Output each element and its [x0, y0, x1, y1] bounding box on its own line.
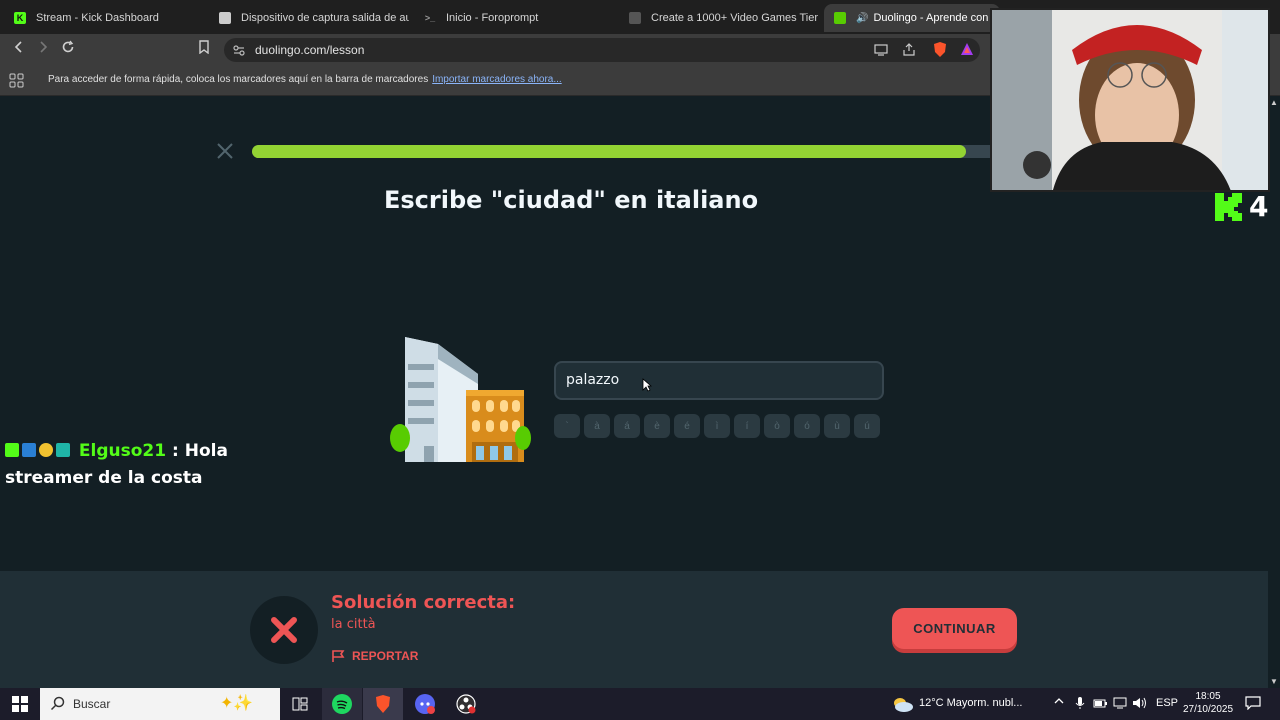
- taskbar-search[interactable]: Buscar ✦✨: [40, 688, 280, 720]
- weather-text[interactable]: 12°C Mayorm. nubl...: [919, 697, 1022, 709]
- correct-solution: la città: [331, 617, 376, 632]
- volume-icon[interactable]: [1132, 696, 1148, 713]
- share-icon[interactable]: [902, 43, 916, 62]
- accent-keys: ` à á è é ì í ò ó ù ú: [554, 414, 880, 438]
- back-icon[interactable]: [8, 40, 30, 60]
- terminal-icon: >_: [424, 13, 436, 23]
- obs-icon: [219, 12, 231, 24]
- kick-icon: K: [14, 12, 26, 24]
- gift-badge-icon: [56, 443, 70, 457]
- answer-value: palazzo: [566, 372, 620, 388]
- progress-bar: [252, 145, 1012, 158]
- microphone-icon[interactable]: [1075, 696, 1085, 713]
- report-label: REPORTAR: [352, 649, 419, 663]
- taskbar: Buscar ✦✨ 12°C Mayorm. nubl... ESP 18:05…: [0, 688, 1280, 720]
- bookmarks-hint-text: Para acceder de forma rápida, coloca los…: [48, 74, 429, 85]
- close-lesson-icon[interactable]: [216, 142, 234, 165]
- search-icon: [50, 696, 65, 716]
- network-icon[interactable]: [1113, 696, 1127, 713]
- incorrect-badge: [250, 596, 318, 664]
- webcam-feed-image: [992, 10, 1268, 190]
- accent-key-button[interactable]: é: [674, 414, 700, 438]
- brave-rewards-icon[interactable]: [960, 42, 974, 61]
- import-bookmarks-link[interactable]: Importar marcadores ahora...: [432, 74, 562, 85]
- clock[interactable]: 18:05 27/10/2025: [1180, 690, 1236, 716]
- duolingo-icon: [834, 12, 846, 24]
- kick-viewer-overlay: 4: [1213, 190, 1268, 223]
- battery-icon[interactable]: [1093, 697, 1107, 712]
- tab-label: Create a 1000+ Video Games Tier List: [651, 12, 819, 24]
- brave-browser-icon[interactable]: [363, 688, 403, 720]
- tiermaker-icon: [629, 12, 641, 24]
- city-illustration-icon: [390, 337, 531, 462]
- spotify-icon[interactable]: [322, 688, 362, 720]
- kick-badge-icon: [5, 443, 19, 457]
- tab-label: Inicio - Foroprompt: [446, 12, 539, 24]
- kick-logo-icon: [1215, 192, 1242, 221]
- notifications-icon[interactable]: [1245, 696, 1261, 713]
- copilot-sparkle-icon: ✦✨: [220, 695, 254, 712]
- task-view-icon[interactable]: [280, 688, 320, 720]
- accent-key-button[interactable]: ì: [704, 414, 730, 438]
- scroll-down-icon[interactable]: ▼: [1270, 677, 1278, 686]
- feedback-footer: Solución correcta: la città REPORTAR CON…: [0, 571, 1280, 688]
- apps-grid-icon[interactable]: [9, 73, 24, 93]
- tab-label: Dispositivo de captura salida de audio: [241, 12, 409, 24]
- number-one-badge-icon: [39, 443, 53, 457]
- exercise-prompt: Escribe "ciudad" en italiano: [384, 186, 759, 214]
- webcam-overlay: [990, 8, 1270, 192]
- tab-foroprompt[interactable]: >_ Inicio - Foroprompt: [414, 4, 614, 32]
- subscriber-badge-icon: [22, 443, 36, 457]
- accent-key-button[interactable]: `: [554, 414, 580, 438]
- speaker-icon: 🔊: [856, 12, 869, 24]
- tab-tier-list[interactable]: Create a 1000+ Video Games Tier List: [619, 4, 819, 32]
- obs-studio-icon[interactable]: [446, 688, 486, 720]
- clock-time: 18:05: [1195, 691, 1221, 702]
- mouse-cursor-icon: [642, 378, 653, 397]
- accent-key-button[interactable]: ó: [794, 414, 820, 438]
- forward-icon[interactable]: [32, 40, 54, 60]
- tab-duolingo[interactable]: 🔊 Duolingo - Aprende con lecciones: [824, 4, 1000, 32]
- url-field[interactable]: duolingo.com/lesson: [224, 38, 980, 62]
- progress-fill: [252, 145, 967, 158]
- chat-username: Elguso21: [78, 441, 167, 461]
- search-placeholder: Buscar: [73, 697, 111, 711]
- flag-icon: [332, 650, 345, 662]
- continue-button[interactable]: CONTINUAR: [892, 608, 1017, 649]
- accent-key-button[interactable]: ò: [764, 414, 790, 438]
- accent-key-button[interactable]: ú: [854, 414, 880, 438]
- kick-viewer-count: 4: [1249, 190, 1269, 223]
- tab-capture-device[interactable]: Dispositivo de captura salida de audio: [209, 4, 409, 32]
- tab-label: Stream - Kick Dashboard: [36, 12, 159, 24]
- discord-icon[interactable]: [405, 688, 445, 720]
- bookmark-icon[interactable]: [193, 40, 215, 60]
- scroll-up-icon[interactable]: ▲: [1270, 98, 1278, 107]
- url-text: duolingo.com/lesson: [255, 43, 365, 57]
- accent-key-button[interactable]: á: [614, 414, 640, 438]
- close-x-icon: [271, 617, 297, 643]
- tab-kick-dashboard[interactable]: K Stream - Kick Dashboard: [4, 4, 204, 32]
- brave-shield-icon[interactable]: [932, 41, 948, 64]
- weather-cloud-icon[interactable]: [891, 695, 915, 718]
- clock-date: 27/10/2025: [1182, 704, 1234, 715]
- windows-start-icon[interactable]: [0, 688, 40, 720]
- accent-key-button[interactable]: è: [644, 414, 670, 438]
- install-app-icon[interactable]: [874, 43, 888, 62]
- chevron-up-icon[interactable]: [1053, 695, 1065, 710]
- chat-separator: :: [172, 441, 179, 461]
- tab-label: Duolingo - Aprende con lecciones: [873, 12, 1000, 24]
- feedback-title: Solución correcta:: [331, 592, 516, 613]
- stream-chat-message: Elguso21 : Hola streamer de la costa: [5, 438, 245, 492]
- answer-input[interactable]: palazzo: [554, 361, 884, 400]
- language-indicator[interactable]: ESP: [1156, 697, 1178, 709]
- accent-key-button[interactable]: ù: [824, 414, 850, 438]
- accent-key-button[interactable]: à: [584, 414, 610, 438]
- bookmarks-hint: Para acceder de forma rápida, coloca los…: [48, 74, 562, 85]
- site-info-icon[interactable]: [232, 43, 246, 62]
- report-button[interactable]: REPORTAR: [331, 649, 418, 663]
- accent-key-button[interactable]: í: [734, 414, 760, 438]
- reload-icon[interactable]: [57, 40, 79, 60]
